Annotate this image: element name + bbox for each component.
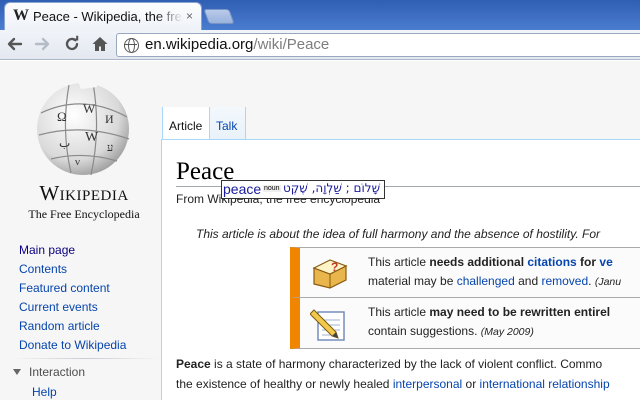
puzzle-globe-icon: Ω W И W ب ע ν [37, 79, 130, 176]
notice2-pre: This article [368, 305, 430, 319]
international-relationships-link[interactable]: international relationship [480, 377, 610, 391]
book-question-icon: ? [312, 259, 348, 289]
sidebar-item-current-events[interactable]: Current events [19, 300, 159, 319]
globe-icon [124, 38, 139, 53]
home-button[interactable] [88, 32, 112, 56]
popup-part-of-speech: noun [263, 185, 281, 192]
notice1-date: (Janu [594, 276, 622, 288]
notice1-bold: needs additional [429, 255, 528, 269]
dictionary-popup: peace noun שָׁלוֹם ; שַׁלְוָה, שֶׁקֶט [221, 180, 385, 199]
wordmark-tagline: The Free Encyclopedia [28, 207, 140, 221]
sidebar-section-interaction[interactable]: Interaction [13, 365, 85, 379]
notice1-pre: This article [368, 255, 430, 269]
lead-term: Peace [176, 357, 211, 371]
notice-citations: ? This article needs additional citation… [290, 247, 640, 298]
sidebar-item-help[interactable]: Help [32, 385, 57, 399]
wikipedia-logo[interactable]: Ω W И W ب ע ν Wikipedia The Free Encyclo… [14, 73, 154, 222]
notice1-line2-mid: and [514, 274, 542, 288]
arrow-left-icon [7, 37, 23, 51]
notice1-line2-end: . [588, 274, 595, 288]
sidebar-item-main-page[interactable]: Main page [19, 243, 159, 262]
svg-text:?: ? [331, 260, 338, 274]
svg-text:W: W [85, 130, 99, 145]
address-bar[interactable]: en.wikipedia.org/wiki/Peace [116, 33, 640, 57]
popup-word: peace [223, 181, 262, 197]
tab-talk[interactable]: Talk [210, 107, 246, 139]
citations-link[interactable]: citations [527, 255, 576, 269]
para-line2-mid: or [462, 377, 480, 391]
sidebar-section-label: Interaction [29, 365, 86, 379]
notice-rewrite-text: This article may need to be rewritten en… [368, 303, 640, 342]
tab-title: Peace - Wikipedia, the free encyclopedia [33, 9, 183, 24]
popup-definition: שָׁלוֹם ; שַׁלְוָה, שֶׁקֶט [283, 181, 381, 195]
wikipedia-page: Ω W И W ب ע ν Wikipedia The Free Encyclo… [0, 61, 640, 400]
notice-rewrite: This article may need to be rewritten en… [290, 298, 640, 349]
para-line1: is a state of harmony characterized by t… [210, 357, 603, 371]
url-text[interactable]: en.wikipedia.org/wiki/Peace [145, 36, 329, 53]
notice2-date: (May 2009) [480, 326, 534, 338]
svg-text:ب: ب [59, 136, 70, 150]
article-content: Peace From Wikipedia, the free encyclope… [161, 139, 640, 400]
new-tab-button[interactable] [203, 9, 235, 24]
sidebar-item-contents[interactable]: Contents [19, 262, 159, 281]
verification-link[interactable]: ve [599, 255, 612, 269]
notice2-line2: contain suggestions. [368, 324, 481, 338]
wordmark: Wikipedia The Free Encyclopedia [14, 181, 154, 222]
hatnote: This article is about the idea of full h… [196, 227, 600, 241]
notice1-after: for [576, 255, 600, 269]
close-tab-icon[interactable]: × [186, 9, 193, 23]
wikipedia-favicon-icon: W [13, 7, 29, 24]
svg-text:W: W [83, 101, 96, 116]
svg-text:Ω: Ω [57, 109, 67, 124]
removed-link[interactable]: removed [541, 274, 588, 288]
interpersonal-link[interactable]: interpersonal [393, 377, 462, 391]
para-line2-pre: the existence of healthy or newly healed [176, 377, 393, 391]
notice1-line2-pre: material may be [368, 274, 457, 288]
tab-strip: W Peace - Wikipedia, the free encycloped… [0, 0, 640, 30]
svg-text:И: И [105, 112, 114, 126]
svg-text:ν: ν [75, 156, 80, 168]
sidebar-item-donate[interactable]: Donate to Wikipedia [19, 338, 159, 357]
browser-toolbar: en.wikipedia.org/wiki/Peace [0, 30, 640, 60]
wordmark-name: Wikipedia [39, 181, 129, 205]
pencil-notepad-icon [310, 309, 345, 341]
back-button[interactable] [3, 32, 27, 56]
svg-text:ע: ע [107, 142, 113, 154]
browser-tab[interactable]: W Peace - Wikipedia, the free encycloped… [4, 2, 202, 30]
arrow-right-icon [34, 37, 50, 51]
notice2-bold: may need to be rewritten entirel [429, 305, 611, 319]
url-path: /wiki/Peace [253, 36, 330, 53]
lead-paragraph: Peace is a state of harmony characterize… [176, 354, 640, 394]
tab-article[interactable]: Article [162, 107, 210, 139]
forward-button[interactable] [30, 32, 54, 56]
sidebar-item-featured-content[interactable]: Featured content [19, 281, 159, 300]
reload-button[interactable] [60, 32, 84, 56]
notice-citations-text: This article needs additional citations … [368, 253, 640, 292]
home-icon [92, 37, 108, 51]
sidebar-navigation: Main page Contents Featured content Curr… [19, 243, 159, 357]
sidebar-divider [13, 358, 160, 359]
reload-icon [65, 35, 79, 51]
collapse-arrow-icon [13, 369, 21, 375]
url-host: en.wikipedia.org [145, 36, 254, 53]
sidebar-item-random-article[interactable]: Random article [19, 319, 159, 338]
challenged-link[interactable]: challenged [457, 274, 515, 288]
